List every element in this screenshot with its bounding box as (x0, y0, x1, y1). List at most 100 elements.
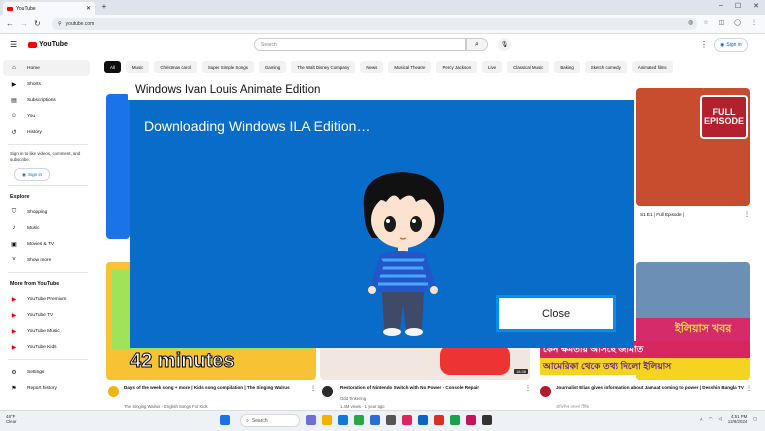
account-icon: ◉ (720, 42, 725, 48)
chip-christmas-carol[interactable]: Christmas carol (154, 61, 197, 73)
site-info-icon[interactable]: ⚲ (58, 21, 62, 27)
sidebar-item-youtube-music[interactable]: ▶ YouTube Music (0, 323, 96, 339)
settings-kebab-icon[interactable]: ⋮ (700, 40, 708, 49)
voice-search-button[interactable]: 🎙 (498, 38, 511, 51)
chip-sketch-comedy[interactable]: Sketch comedy (584, 61, 627, 73)
sidebar-item-youtube-tv[interactable]: ▶ YouTube TV (0, 307, 96, 323)
clock[interactable]: 4:51 PM 12/8/2024 (728, 414, 748, 424)
taskbar-search[interactable]: ⌕ Search (240, 414, 300, 427)
close-button[interactable]: Close (496, 295, 616, 332)
chip-percy-jackson[interactable]: Percy Jackson (436, 61, 478, 73)
chip-music[interactable]: Music (125, 61, 150, 73)
sidebar-divider (8, 185, 88, 186)
sidebar-item-shorts[interactable]: ▶ Shorts (0, 76, 96, 92)
forward-icon[interactable]: → (20, 19, 28, 28)
video-menu-icon[interactable]: ⋮ (744, 211, 750, 218)
chip-gaming[interactable]: Gaming (258, 61, 287, 73)
file-explorer-icon[interactable] (322, 415, 332, 425)
youtube-app-icon[interactable] (434, 415, 444, 425)
search-placeholder: Search (261, 41, 277, 48)
edge-icon[interactable] (338, 415, 348, 425)
sidebar-item-home[interactable]: ⌂ Home (3, 60, 90, 76)
taskbar-search-placeholder: Search (251, 417, 268, 424)
start-windows-icon[interactable] (220, 415, 230, 425)
sidebar-item-settings[interactable]: ⚙ Settings (0, 364, 96, 380)
sidebar-divider (8, 359, 88, 360)
notifications-icon[interactable]: ◻ (753, 416, 757, 422)
terminal-icon[interactable] (482, 415, 492, 425)
sidebar-item-show-more[interactable]: ˅ Show more (0, 252, 96, 268)
bookmark-star-icon[interactable]: ☆ (703, 19, 708, 26)
chip-live[interactable]: Live (482, 61, 503, 73)
chip-classical-music[interactable]: Classical Music (507, 61, 550, 73)
sidebar-item-report-history[interactable]: ⚑ Report history (0, 380, 96, 396)
sidebar-item-youtube-premium[interactable]: ▶ YouTube Premium (0, 291, 96, 307)
hamburger-menu-icon[interactable]: ☰ (10, 40, 17, 49)
wifi-icon[interactable]: ◠ (709, 416, 713, 422)
music-app-icon[interactable] (402, 415, 412, 425)
browser-menu-icon[interactable]: ⋮ (751, 19, 757, 26)
channel-name[interactable]: Odd Tinkering (340, 396, 366, 401)
sidebar-item-movies-tv[interactable]: ▣ Movies & TV (0, 236, 96, 252)
sidebar-section-title: Explore (10, 194, 30, 200)
close-tab-icon[interactable]: ✕ (86, 5, 91, 12)
spotify-icon[interactable] (450, 415, 460, 425)
url-field[interactable]: ⚲ youtube.com (52, 18, 697, 30)
mail-icon[interactable] (418, 415, 428, 425)
chip-all[interactable]: All (104, 61, 121, 73)
search-input[interactable]: Search (254, 38, 466, 51)
channel-name[interactable]: The Singing Walrus - English Songs For K… (124, 404, 208, 409)
chevron-up-icon[interactable]: ˄ (700, 417, 703, 422)
channel-avatar[interactable] (108, 386, 119, 397)
new-tab-icon[interactable]: + (100, 3, 108, 11)
dialog-title: Windows Ivan Louis Animate Edition (135, 84, 321, 96)
reload-icon[interactable]: ↻ (34, 19, 41, 28)
store-icon[interactable] (370, 415, 380, 425)
volume-icon[interactable]: ◁ (718, 416, 721, 422)
sidebar-item-shopping[interactable]: ⛉ Shopping (0, 204, 96, 220)
weather-widget[interactable]: 48°F Clear (6, 414, 17, 424)
maximize-icon[interactable]: ☐ (735, 2, 741, 10)
sidebar-section-title: More from YouTube (10, 281, 60, 287)
sidebar-item-history[interactable]: ↺ History (0, 124, 96, 140)
video-title[interactable]: Days of the week song + more | Kids song… (124, 385, 304, 391)
video-title[interactable]: Restoration of Nintendo Switch with No P… (340, 385, 520, 391)
channel-avatar[interactable] (540, 386, 551, 397)
profile-icon[interactable]: ◯ (734, 19, 741, 26)
sidebar-sign-in-button[interactable]: ◉ Sign in (14, 168, 50, 181)
close-window-icon[interactable]: ✕ (753, 2, 759, 10)
chrome-icon[interactable] (354, 415, 364, 425)
dialog-heading: Downloading Windows ILA Edition… (144, 118, 371, 134)
sidebar-item-youtube-kids[interactable]: ▶ YouTube Kids (0, 339, 96, 355)
youtube-logo[interactable]: YouTube (28, 41, 68, 48)
sign-in-button[interactable]: ◉ Sign in (714, 38, 748, 52)
sidebar-item-subscriptions[interactable]: ▤ Subscriptions (0, 92, 96, 108)
chip-news[interactable]: News (360, 61, 384, 73)
settings-app-icon[interactable] (386, 415, 396, 425)
sidebar-item-music[interactable]: ♪ Music (0, 220, 96, 236)
video-menu-icon[interactable]: ⋮ (746, 385, 752, 392)
sidebar-item-you[interactable]: ☺ You (0, 108, 96, 124)
split-view-icon[interactable]: ◫ (719, 19, 725, 26)
search-icon: ⌕ (246, 417, 249, 424)
browser-tab[interactable]: YouTube ✕ (3, 2, 95, 15)
video-menu-icon[interactable]: ⋮ (525, 385, 531, 392)
full-episode-badge: FULL EPISODE (700, 95, 748, 139)
video-thumbnail-top-left[interactable] (106, 94, 130, 239)
extensions-icon[interactable]: ◍ (688, 19, 693, 26)
chip-baking[interactable]: Baking (554, 61, 580, 73)
task-view-icon[interactable] (306, 415, 316, 425)
chip-super-simple-songs[interactable]: Super Simple Songs (201, 61, 254, 73)
video-title[interactable]: Journalist Elias gives information about… (556, 385, 744, 391)
browser-tab-bar (0, 0, 765, 15)
chip-animated-films[interactable]: Animated films (631, 61, 673, 73)
search-button[interactable]: ⌕ (466, 38, 488, 51)
channel-avatar[interactable] (322, 386, 333, 397)
app-icon[interactable] (466, 415, 476, 425)
video-menu-icon[interactable]: ⋮ (310, 385, 316, 392)
taskbar-pinned-apps (220, 415, 230, 425)
chip-the-walt-disney-company[interactable]: The Walt Disney Company (291, 61, 356, 73)
minimize-icon[interactable]: – (719, 2, 723, 10)
chip-musical-theatre[interactable]: Musical Theatre (388, 61, 432, 73)
back-icon[interactable]: ← (6, 19, 14, 28)
